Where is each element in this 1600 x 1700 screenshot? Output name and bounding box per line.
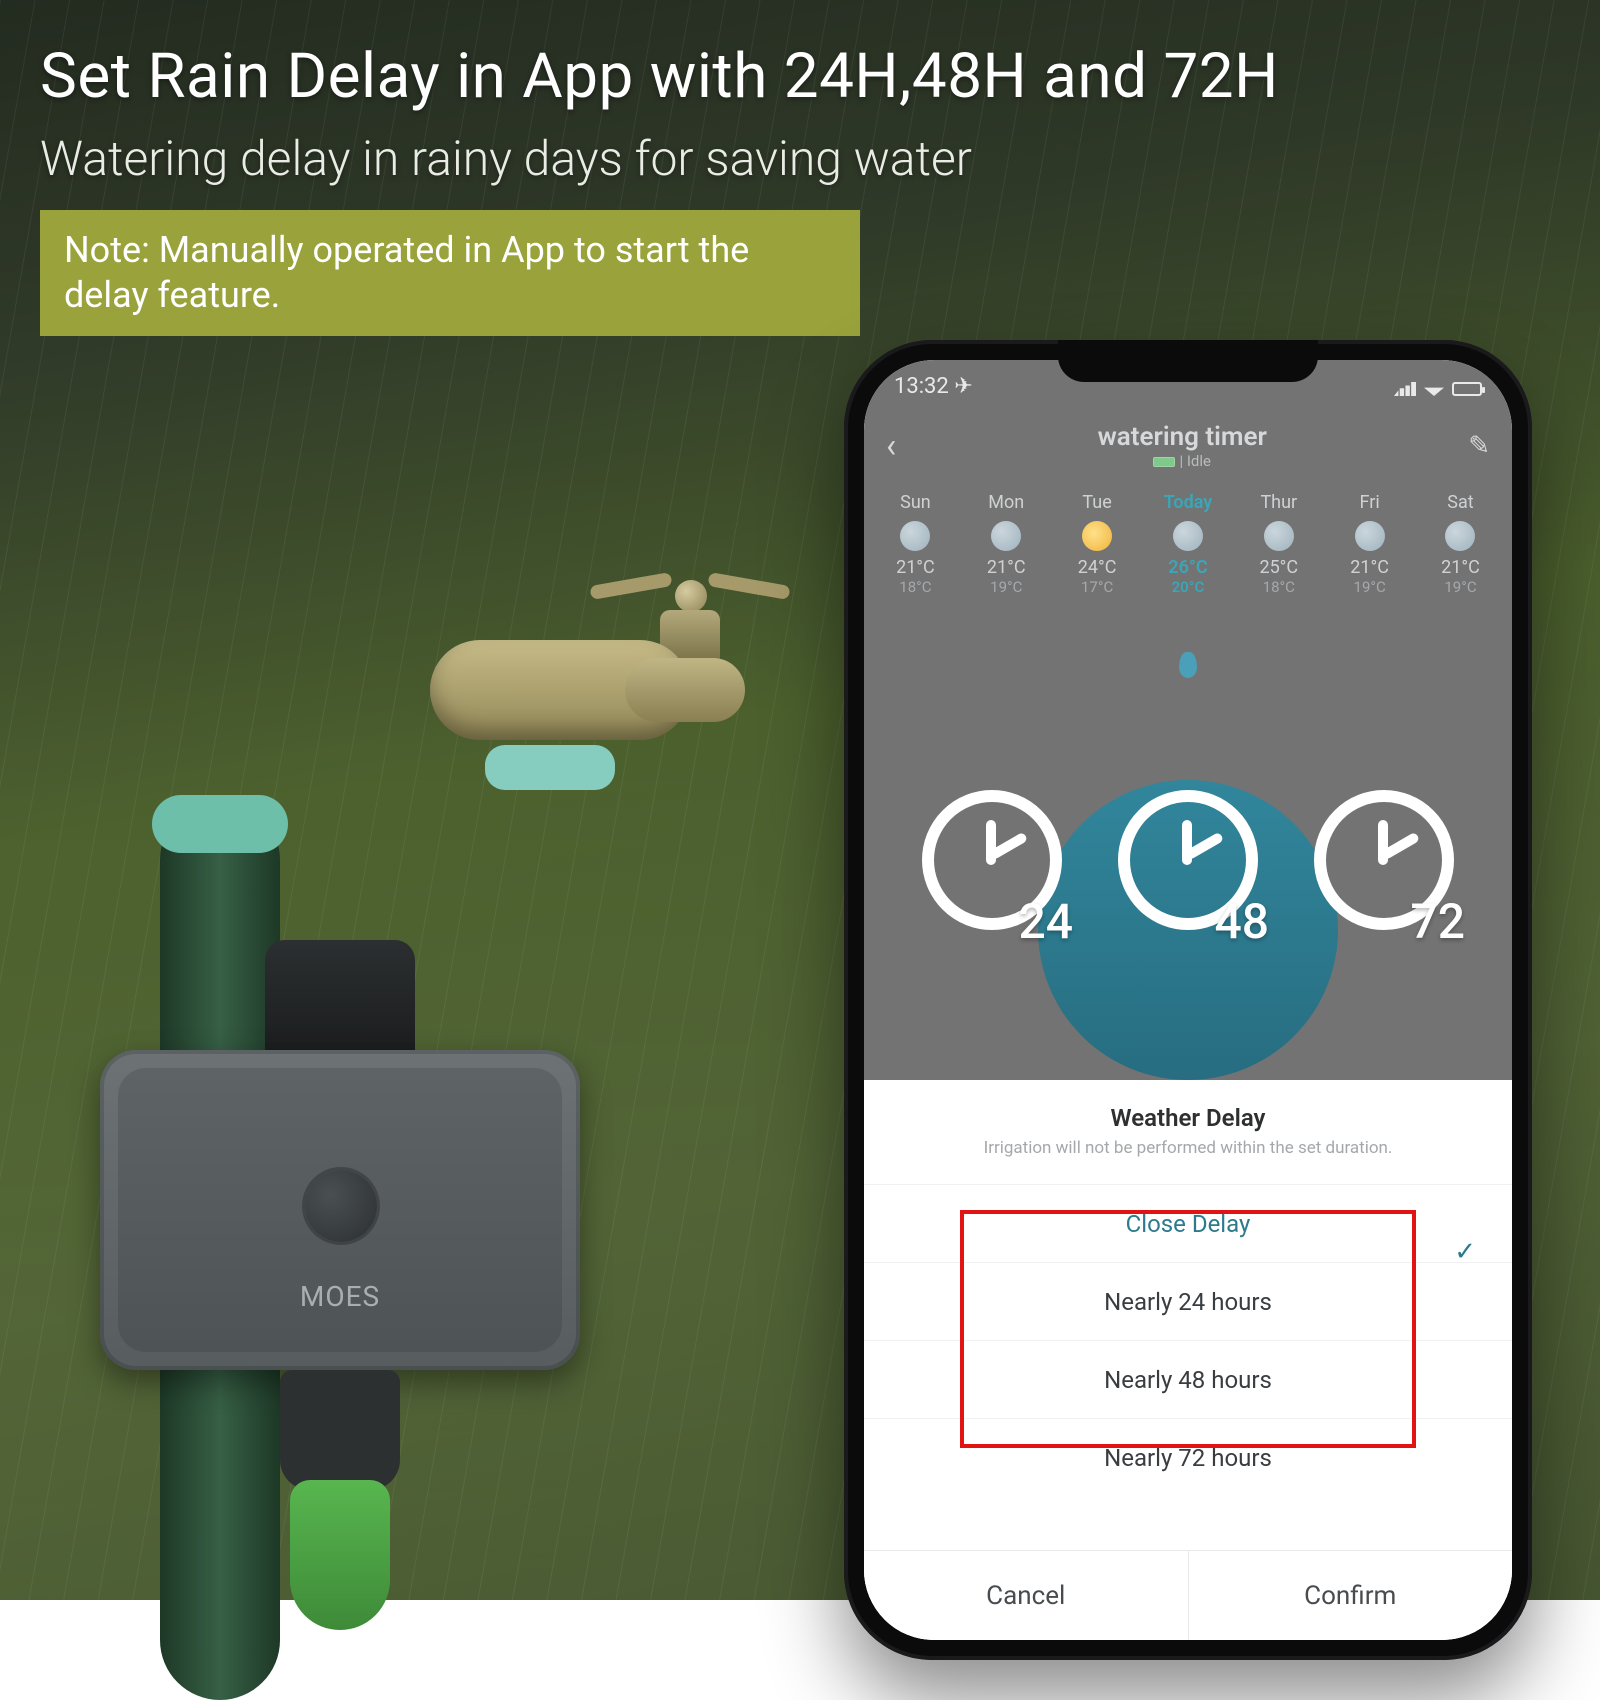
delay-option-3[interactable]: Nearly 72 hours xyxy=(864,1418,1512,1496)
day-1[interactable]: Mon 21°C19°C xyxy=(965,492,1048,596)
day-6[interactable]: Sat 21°C19°C xyxy=(1419,492,1502,596)
delay-clock-icons: 24 48 72 xyxy=(864,790,1512,940)
day-label: Today xyxy=(1147,492,1230,513)
temp-hi: 21°C xyxy=(965,557,1048,578)
back-button[interactable]: ‹ xyxy=(886,426,896,466)
phone-mockup: 13:32 ✈ ‹ watering timer | Idle ✎ Sun 21°… xyxy=(844,340,1532,1660)
temp-lo: 20°C xyxy=(1147,578,1230,596)
temp-lo: 19°C xyxy=(965,578,1048,596)
hero-subtitle: Watering delay in rainy days for saving … xyxy=(40,130,972,187)
cancel-button[interactable]: Cancel xyxy=(864,1551,1189,1640)
delay-option-1[interactable]: Nearly 24 hours xyxy=(864,1262,1512,1340)
weather-icon xyxy=(1173,521,1203,551)
clock-24-icon: 24 xyxy=(917,790,1067,940)
weather-delay-sheet: Weather Delay Irrigation will not be per… xyxy=(864,1080,1512,1640)
device-bottom-connector xyxy=(280,1370,400,1490)
weather-icon xyxy=(1355,521,1385,551)
weather-week: Sun21°C18°CMon21°C19°CTue24°C17°CToday26… xyxy=(864,492,1512,596)
day-label: Sun xyxy=(874,492,957,513)
day-4[interactable]: Thur 25°C18°C xyxy=(1237,492,1320,596)
temp-hi: 26°C xyxy=(1147,557,1230,578)
weather-icon xyxy=(1445,521,1475,551)
day-label: Tue xyxy=(1056,492,1139,513)
clock-48-icon: 48 xyxy=(1113,790,1263,940)
day-label: Thur xyxy=(1237,492,1320,513)
temp-lo: 18°C xyxy=(874,578,957,596)
temp-lo: 19°C xyxy=(1419,578,1502,596)
temp-lo: 17°C xyxy=(1056,578,1139,596)
temp-hi: 25°C xyxy=(1237,557,1320,578)
day-label: Mon xyxy=(965,492,1048,513)
day-5[interactable]: Fri 21°C19°C xyxy=(1328,492,1411,596)
delay-option-0[interactable]: Close Delay✓ xyxy=(864,1184,1512,1262)
sheet-hint: Irrigation will not be performed within … xyxy=(864,1138,1512,1158)
edit-icon[interactable]: ✎ xyxy=(1468,431,1490,461)
weather-icon xyxy=(991,521,1021,551)
note-box: Note: Manually operated in App to start … xyxy=(40,210,860,336)
day-label: Sat xyxy=(1419,492,1502,513)
confirm-button[interactable]: Confirm xyxy=(1189,1551,1513,1640)
signal-icon xyxy=(1394,382,1416,396)
device-illustration: MOES xyxy=(100,1050,580,1370)
weather-icon xyxy=(900,521,930,551)
day-0[interactable]: Sun 21°C18°C xyxy=(874,492,957,596)
hero-title: Set Rain Delay in App with 24H,48H and 7… xyxy=(40,40,1279,113)
weather-icon xyxy=(1264,521,1294,551)
sheet-options: Close Delay✓Nearly 24 hoursNearly 48 hou… xyxy=(864,1184,1512,1496)
temp-hi: 21°C xyxy=(874,557,957,578)
battery-icon xyxy=(1452,382,1482,396)
device-button xyxy=(305,1170,377,1242)
hose-connector xyxy=(290,1480,390,1630)
temp-hi: 21°C xyxy=(1328,557,1411,578)
day-label: Fri xyxy=(1328,492,1411,513)
app-title: watering timer xyxy=(1098,422,1267,452)
day-3[interactable]: Today 26°C20°C xyxy=(1147,492,1230,596)
raindrop-icon xyxy=(1179,652,1197,678)
day-2[interactable]: Tue 24°C17°C xyxy=(1056,492,1139,596)
device-brand: MOES xyxy=(100,1280,580,1313)
app-navbar: ‹ watering timer | Idle ✎ xyxy=(864,416,1512,476)
weather-icon xyxy=(1082,521,1112,551)
faucet-illustration xyxy=(330,470,760,770)
temp-hi: 21°C xyxy=(1419,557,1502,578)
temp-lo: 19°C xyxy=(1328,578,1411,596)
temp-lo: 18°C xyxy=(1237,578,1320,596)
sheet-title: Weather Delay xyxy=(864,1104,1512,1132)
status-time: 13:32 ✈ xyxy=(894,374,973,404)
temp-hi: 24°C xyxy=(1056,557,1139,578)
app-status: Idle xyxy=(1187,452,1211,470)
delay-option-2[interactable]: Nearly 48 hours xyxy=(864,1340,1512,1418)
clock-72-icon: 72 xyxy=(1309,790,1459,940)
wifi-icon xyxy=(1424,382,1444,396)
device-top-connector xyxy=(265,940,415,1060)
phone-notch xyxy=(1058,340,1318,382)
pipe-ring xyxy=(152,795,288,853)
